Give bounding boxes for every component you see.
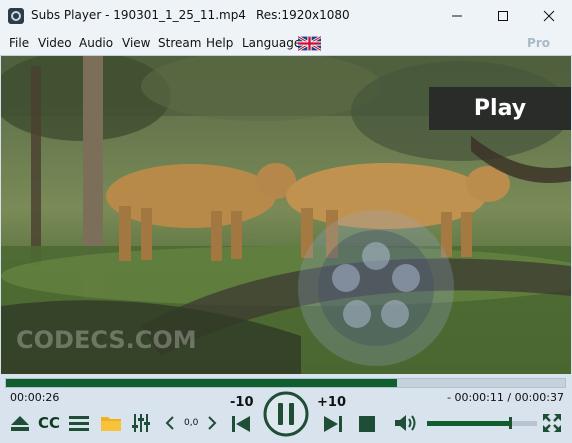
close-icon [543,10,555,21]
pause-icon [263,391,309,437]
codecs-watermark: CODECS.COM [16,326,197,354]
menu-audio[interactable]: Audio [79,36,113,50]
skip-forward-label: +10 [317,395,346,410]
maximize-icon [498,10,508,21]
speed-down-icon [165,416,174,430]
skip-back-label: -10 [230,395,254,410]
volume-slider[interactable] [427,421,537,426]
skip-back-icon [232,416,250,432]
skip-back-button[interactable] [229,413,253,435]
pause-button[interactable] [263,391,309,437]
speed-up-icon [208,416,217,430]
speed-down-button[interactable] [162,414,178,432]
seek-bar[interactable] [5,378,566,388]
resolution-label: Res:1920x1080 [255,8,350,22]
minimize-button[interactable] [434,0,480,31]
remaining-time: - 00:00:11 / 00:00:37 [447,391,564,404]
video-area[interactable]: Play CODECS.COM [1,56,571,374]
control-panel: 00:00:26 - 00:00:11 / 00:00:37 CC 0,0 -1… [0,374,572,443]
menu-language[interactable]: Language [242,36,301,50]
stop-button[interactable] [356,413,378,435]
close-button[interactable] [526,0,572,31]
menu-view[interactable]: View [122,36,150,50]
eject-button[interactable] [8,412,32,434]
pro-label[interactable]: Pro [527,36,550,50]
folder-icon [101,417,121,431]
volume-slider-handle[interactable] [508,417,512,429]
menu-stream[interactable]: Stream [158,36,201,50]
open-folder-button[interactable] [98,412,124,434]
play-banner[interactable]: Play [429,87,571,130]
menu-video[interactable]: Video [38,36,72,50]
file-title: Subs Player - 190301_1_25_11.mp4 [31,8,246,22]
app-window: Subs Player - 190301_1_25_11.mp4 Res:1920… [0,0,572,443]
skip-forward-icon [324,416,342,432]
skip-forward-button[interactable] [321,413,345,435]
playlist-icon [69,416,89,431]
window-title: Subs Player - 190301_1_25_11.mp4 Res:1920… [31,8,350,22]
minimize-icon [452,15,462,16]
stop-icon [359,416,375,432]
volume-slider-fill [427,421,510,426]
menu-file[interactable]: File [9,36,29,50]
title-bar: Subs Player - 190301_1_25_11.mp4 Res:1920… [0,0,572,31]
equalizer-icon [132,414,150,432]
fullscreen-button[interactable] [540,412,564,434]
volume-button[interactable] [393,412,419,434]
volume-icon [395,415,416,431]
equalizer-button[interactable] [130,412,152,434]
elapsed-time: 00:00:26 [10,391,60,404]
cc-icon: CC [37,414,61,432]
seek-bar-fill [6,379,398,387]
speed-up-button[interactable] [204,414,220,432]
menu-bar: File Video Audio View Stream Help Langua… [0,31,572,56]
cc-button[interactable]: CC [36,412,62,434]
playlist-button[interactable] [67,412,91,434]
app-logo-icon [8,8,24,24]
fullscreen-icon [543,414,561,432]
menu-help[interactable]: Help [206,36,233,50]
uk-flag-icon[interactable] [298,36,321,51]
maximize-button[interactable] [480,0,526,31]
eject-icon [11,416,29,431]
speed-value: 0,0 [184,418,199,428]
